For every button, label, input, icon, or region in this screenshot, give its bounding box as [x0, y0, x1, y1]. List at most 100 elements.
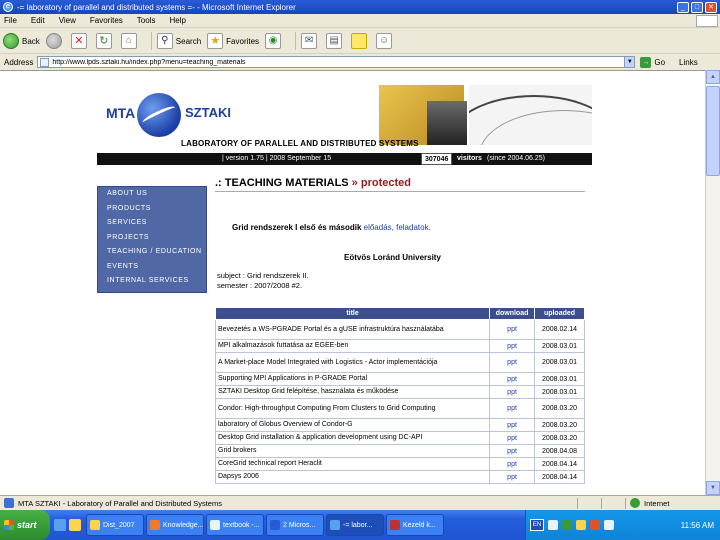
table-row: Grid brokers ppt 2008.04.08 [214, 444, 585, 458]
favorites-button[interactable]: ★ Favorites [207, 33, 259, 49]
messenger-button[interactable]: ☺ [376, 33, 395, 49]
row-download-link[interactable]: ppt [489, 444, 536, 458]
subject-line: subject : Grid rendszerek II. [217, 271, 309, 280]
messenger-icon: ☺ [376, 33, 393, 49]
address-dropdown-icon[interactable]: ▼ [624, 57, 635, 67]
quick-launch [54, 519, 84, 531]
nav-services[interactable]: SERVICES [98, 216, 206, 231]
back-button[interactable]: Back [3, 33, 40, 49]
menu-file[interactable]: File [4, 16, 17, 25]
row-uploaded: 2008.04.14 [534, 470, 585, 484]
vertical-scrollbar[interactable]: ▲ ▼ [705, 70, 720, 495]
logo-mta[interactable]: MTA [106, 105, 135, 121]
row-download-link[interactable]: ppt [489, 372, 536, 386]
maximize-button[interactable]: □ [691, 1, 703, 13]
logo-sztaki[interactable]: SZTAKI [185, 105, 231, 120]
row-title: Dapsys 2006 [214, 470, 491, 484]
close-button[interactable]: ✕ [705, 1, 717, 13]
task-button-4[interactable]: 2 Micros... [266, 514, 324, 536]
visitor-counter: 307046 [421, 153, 453, 165]
row-download-link[interactable]: ppt [489, 431, 536, 445]
task-button-5-active[interactable]: -= labor... [326, 514, 384, 536]
menu-favorites[interactable]: Favorites [90, 16, 123, 25]
task-button-1[interactable]: Dist_2007 [86, 514, 144, 536]
row-download-link[interactable]: ppt [489, 339, 536, 353]
nav-about-us[interactable]: ABOUT US [98, 187, 206, 202]
address-url: http://www.lpds.sztaki.hu/index.php?menu… [52, 58, 246, 66]
row-uploaded: 2008.03.20 [534, 398, 585, 419]
row-download-link[interactable]: ppt [489, 470, 536, 484]
task-button-3[interactable]: textbook -... [206, 514, 264, 536]
network-icon[interactable] [562, 520, 572, 530]
table-row: CoreGrid technical report Heraclit ppt 200… [214, 457, 585, 471]
row-title: Supporting MPI Applications in P-GRADE P… [214, 372, 491, 386]
menu-help[interactable]: Help [169, 16, 185, 25]
task-button-6[interactable]: Kezeld k... [386, 514, 444, 536]
row-title: laboratory of Globus Overview of Condor-… [214, 418, 491, 432]
minimize-button[interactable]: _ [677, 1, 689, 13]
search-label: Search [175, 36, 202, 46]
window-title-bar[interactable]: e -= laboratory of parallel and distribu… [0, 0, 720, 14]
status-text: MTA SZTAKI - Laboratory of Parallel and … [18, 498, 222, 508]
forward-button[interactable] [45, 33, 65, 49]
row-download-link[interactable]: ppt [489, 352, 536, 373]
clock[interactable]: 11:56 AM [681, 521, 714, 530]
menu-view[interactable]: View [59, 16, 76, 25]
home-button[interactable]: ⌂ [120, 33, 140, 49]
nav-events[interactable]: EVENTS [98, 260, 206, 275]
zone-label: Internet [644, 498, 670, 508]
row-download-link[interactable]: ppt [489, 457, 536, 471]
header-curves-graphic [469, 85, 592, 145]
ie-quicklaunch-icon[interactable] [54, 519, 66, 531]
task-button-2[interactable]: Knowledge... [146, 514, 204, 536]
visitor-label: visitors [457, 155, 482, 162]
nav-projects[interactable]: PROJECTS [98, 231, 206, 246]
row-download-link[interactable]: ppt [489, 385, 536, 399]
start-button[interactable]: start [0, 510, 50, 540]
go-arrow-icon: → [640, 56, 652, 68]
menu-tools[interactable]: Tools [137, 16, 156, 25]
word-icon [270, 520, 280, 530]
row-title: Condor: High-throughput Computing From C… [214, 398, 491, 419]
table-header-row: title download uploaded [214, 307, 585, 320]
language-indicator[interactable]: EN [530, 519, 544, 531]
nav-internal-services[interactable]: INTERNAL SERVICES [98, 274, 206, 289]
scroll-thumb[interactable] [706, 86, 720, 176]
media-button[interactable]: ◉ [265, 33, 284, 49]
address-input[interactable]: http://www.lpds.sztaki.hu/index.php?menu… [37, 56, 636, 68]
row-download-link[interactable]: ppt [489, 319, 536, 340]
materials-table: title download uploaded Bevezetés a WS-P… [214, 307, 585, 484]
scroll-down-icon[interactable]: ▼ [706, 481, 720, 495]
address-label: Address [4, 57, 34, 67]
menu-edit[interactable]: Edit [31, 16, 45, 25]
edit-button[interactable] [351, 33, 370, 49]
row-uploaded: 2008.04.14 [534, 457, 585, 471]
scroll-up-icon[interactable]: ▲ [706, 70, 720, 84]
nav-teaching-education[interactable]: TEACHING / EDUCATION [98, 245, 206, 260]
tray-icon[interactable] [548, 520, 558, 530]
row-download-link[interactable]: ppt [489, 418, 536, 432]
search-icon: ⚲ [156, 33, 173, 49]
volume-icon[interactable] [604, 520, 614, 530]
row-title: Desktop Grid installation & application … [214, 431, 491, 445]
print-button[interactable]: ▤ [326, 33, 345, 49]
tray-icon[interactable] [576, 520, 586, 530]
stop-button[interactable]: ✕ [70, 33, 90, 49]
row-title: Grid brokers [214, 444, 491, 458]
go-button[interactable]: → Go [640, 56, 665, 68]
powerpoint-icon [150, 520, 160, 530]
search-button[interactable]: ⚲ Search [156, 33, 202, 49]
site-navigation: ABOUT US PRODUCTS SERVICES PROJECTS TEAC… [97, 186, 207, 293]
mail-button[interactable]: ✉ [301, 33, 320, 49]
security-icon[interactable] [590, 520, 600, 530]
refresh-button[interactable]: ↻ [95, 33, 115, 49]
nav-products[interactable]: PRODUCTS [98, 202, 206, 217]
task-label: Kezeld k... [403, 521, 436, 529]
links-button[interactable]: Links [679, 58, 698, 67]
row-download-link[interactable]: ppt [489, 398, 536, 419]
course-materials-link[interactable]: előadás, feladatok. [364, 223, 431, 232]
page-title-text: .: TEACHING MATERIALS [215, 177, 349, 189]
internet-zone-icon [630, 498, 640, 508]
sztaki-globe-logo-icon[interactable] [137, 93, 181, 137]
folder-quicklaunch-icon[interactable] [69, 519, 81, 531]
